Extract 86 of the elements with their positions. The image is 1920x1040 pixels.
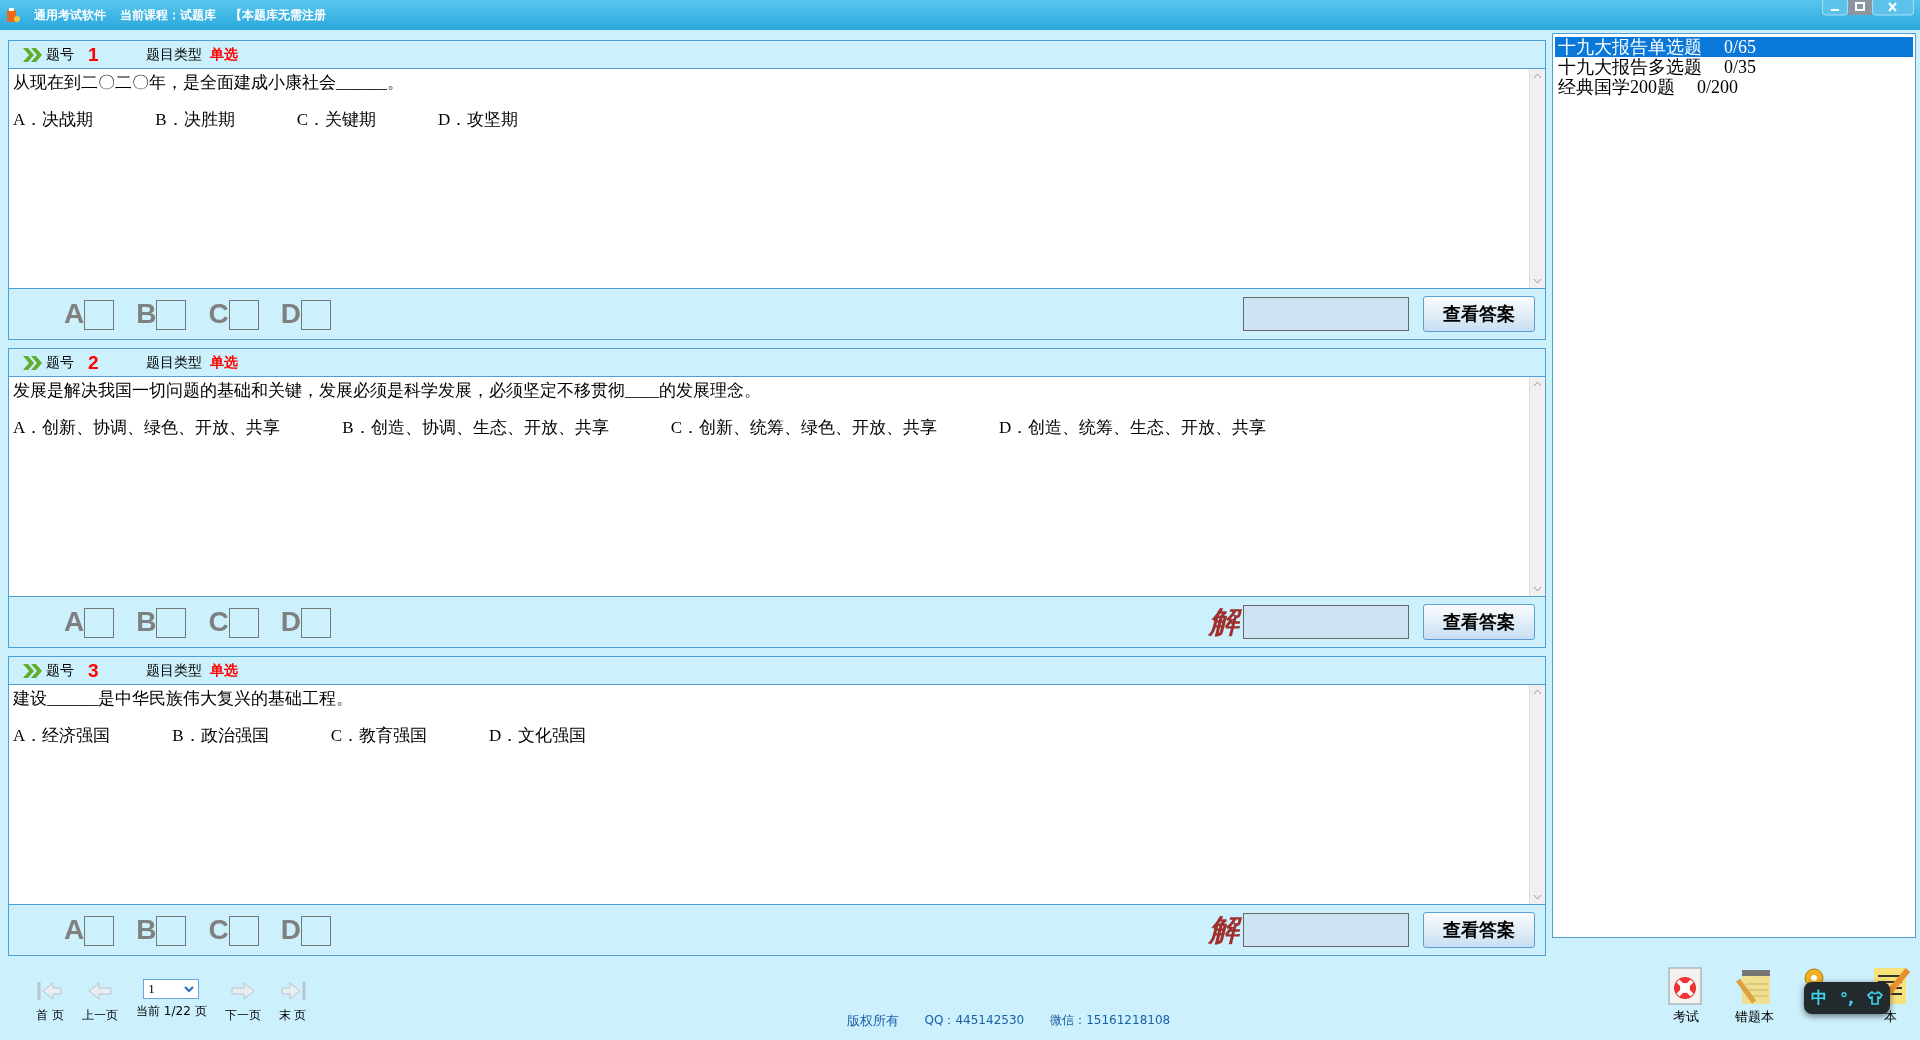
window-title: 通用考试软件 xyxy=(34,6,106,24)
number-label: 题号 xyxy=(46,661,74,678)
question-type: 单选 xyxy=(210,353,238,372)
minimize-icon[interactable] xyxy=(1822,0,1848,16)
choice-letter: A xyxy=(64,298,85,330)
choice-letter: B xyxy=(136,606,157,638)
page-indicator: 当前 1/22 页 xyxy=(136,1002,207,1020)
answer-checkbox[interactable] xyxy=(84,608,115,638)
answer-checkbox[interactable] xyxy=(300,608,331,638)
question-text: 从现在到二〇二〇年，是全面建成小康社会______。 xyxy=(13,72,405,94)
type-label: 题目类型 xyxy=(146,45,202,64)
option-text: B．政治强国 xyxy=(172,725,269,747)
choice-letter: D xyxy=(280,298,301,330)
answer-checkbox[interactable] xyxy=(300,300,331,330)
question-number: 1 xyxy=(88,43,100,66)
option-text: D．文化强国 xyxy=(488,725,587,747)
choice-letter: C xyxy=(208,606,229,638)
question-text: 建设______是中华民族伟大复兴的基础工程。 xyxy=(13,688,354,710)
option-text: A．决战期 xyxy=(13,109,94,131)
answer-checkbox[interactable] xyxy=(156,608,187,638)
ime-mode[interactable]: 中 xyxy=(1810,987,1827,1009)
course-item[interactable]: 十九大报告多选题 0/35 xyxy=(1555,57,1913,77)
option-text: C．教育强国 xyxy=(330,725,427,747)
scrollbar[interactable] xyxy=(1529,69,1545,288)
number-label: 题号 xyxy=(46,353,74,370)
question-text: 发展是解决我国一切问题的基础和关键，发展必须是科学发展，必须坚定不移贯彻____的发展理念。 xyxy=(13,380,762,402)
footer-text: 微信：15161218108 xyxy=(1050,1012,1171,1029)
answer-checkbox[interactable] xyxy=(228,300,259,330)
footer-text: 版权所有 xyxy=(846,1012,899,1030)
scrollbar[interactable] xyxy=(1529,685,1545,904)
show-answer-button[interactable]: 查看答案 xyxy=(1423,604,1535,640)
choice-letter: D xyxy=(280,914,301,946)
tool-button[interactable]: 错题本 xyxy=(1734,966,1774,1026)
app-icon xyxy=(6,7,20,23)
answer-checkbox[interactable] xyxy=(156,300,187,330)
question-type: 单选 xyxy=(210,45,238,64)
option-text: A．创新、协调、绿色、开放、共享 xyxy=(13,417,281,439)
choice-letter: B xyxy=(136,298,157,330)
answer-checkbox[interactable] xyxy=(156,916,187,946)
chevrons-icon xyxy=(23,663,43,678)
chevrons-icon xyxy=(23,355,43,370)
option-text: B．创造、协调、生态、开放、共享 xyxy=(342,417,609,439)
answer-checkbox[interactable] xyxy=(84,300,115,330)
nav-button[interactable]: 上一页 xyxy=(82,978,118,1024)
window-title: 当前课程：试题库 xyxy=(120,6,216,24)
choice-letter: C xyxy=(208,298,229,330)
maximize-icon[interactable] xyxy=(1848,0,1872,16)
answer-checkbox[interactable] xyxy=(228,916,259,946)
ime-punctuation[interactable]: °, xyxy=(1839,988,1854,1008)
choice-letter: A xyxy=(64,914,85,946)
question-type: 单选 xyxy=(210,661,238,680)
choice-letter: B xyxy=(136,914,157,946)
choice-letter: C xyxy=(208,914,229,946)
option-text: C．关键期 xyxy=(296,109,376,131)
shirt-icon[interactable] xyxy=(1867,990,1884,1006)
option-text: D．创造、统筹、生态、开放、共享 xyxy=(998,417,1267,439)
answer-checkbox[interactable] xyxy=(84,916,115,946)
question-number: 3 xyxy=(88,659,100,682)
answer-checkbox[interactable] xyxy=(300,916,331,946)
chevrons-icon xyxy=(23,47,43,62)
course-item[interactable]: 经典国学200题 0/200 xyxy=(1555,77,1913,97)
option-text: B．决胜期 xyxy=(155,109,235,131)
question-number: 2 xyxy=(88,351,100,374)
footer-text: QQ：445142530 xyxy=(924,1012,1025,1029)
show-answer-button[interactable]: 查看答案 xyxy=(1423,296,1535,332)
nav-button[interactable]: 首 页 xyxy=(36,978,64,1024)
nav-button[interactable]: 下一页 xyxy=(224,978,261,1024)
type-label: 题目类型 xyxy=(146,353,202,372)
close-icon[interactable] xyxy=(1872,0,1914,16)
nav-button[interactable]: 末 页 xyxy=(278,978,307,1024)
option-text: A．经济强国 xyxy=(13,725,111,747)
choice-letter: D xyxy=(280,606,301,638)
page-select[interactable]: 1 xyxy=(143,978,200,999)
option-text: C．创新、统筹、绿色、开放、共享 xyxy=(670,417,937,439)
show-answer-button[interactable]: 查看答案 xyxy=(1423,912,1535,948)
answer-checkbox[interactable] xyxy=(228,608,259,638)
option-text: D．攻坚期 xyxy=(437,109,519,131)
tool-button[interactable]: 考试 xyxy=(1666,966,1706,1026)
dropdown-caret-icon[interactable] xyxy=(184,984,195,993)
ime-menu[interactable]: 中 °, xyxy=(1804,982,1890,1014)
scrollbar[interactable] xyxy=(1529,377,1545,596)
course-item[interactable]: 十九大报告单选题 0/65 xyxy=(1555,37,1913,57)
number-label: 题号 xyxy=(46,45,74,62)
type-label: 题目类型 xyxy=(146,661,202,680)
window-title: 【本题库无需注册 xyxy=(230,6,326,24)
choice-letter: A xyxy=(64,606,85,638)
